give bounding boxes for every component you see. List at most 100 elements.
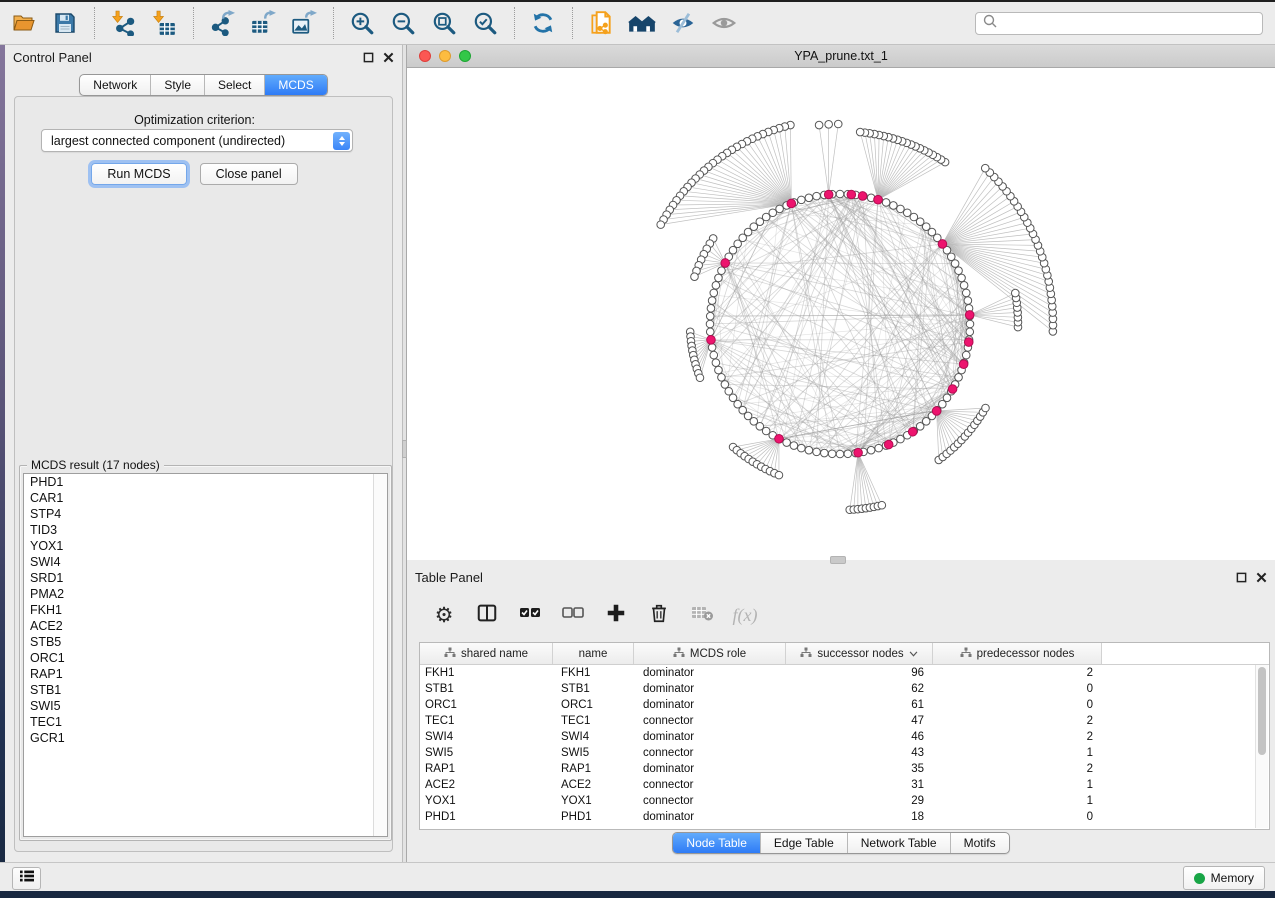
- mcds-result-item[interactable]: STP4: [24, 506, 387, 522]
- tab-mcds[interactable]: MCDS: [264, 75, 326, 95]
- export-network-icon: [209, 10, 235, 36]
- open-session-button[interactable]: [8, 6, 40, 40]
- column-header-shared-name[interactable]: shared name: [420, 643, 553, 664]
- import-table-button[interactable]: [148, 6, 180, 40]
- search-box[interactable]: [975, 12, 1263, 35]
- share-document-button[interactable]: [585, 6, 617, 40]
- mcds-result-item[interactable]: FKH1: [24, 602, 387, 618]
- table-scrollbar[interactable]: [1255, 665, 1268, 828]
- tab-motifs[interactable]: Motifs: [950, 833, 1009, 853]
- mcds-result-item[interactable]: YOX1: [24, 538, 387, 554]
- show-columns-button[interactable]: [474, 602, 500, 628]
- table-cell-successor-nodes: 61: [786, 699, 933, 711]
- tab-style[interactable]: Style: [150, 75, 204, 95]
- deselect-all-button[interactable]: [560, 602, 586, 628]
- table-row[interactable]: YOX1YOX1connector291: [420, 793, 1269, 809]
- mcds-result-item[interactable]: TID3: [24, 522, 387, 538]
- task-history-button[interactable]: [12, 867, 41, 890]
- show-all-button[interactable]: [708, 6, 740, 40]
- import-network-button[interactable]: [107, 6, 139, 40]
- close-panel-icon[interactable]: [1256, 572, 1267, 583]
- apply-layout-button[interactable]: [527, 6, 559, 40]
- delete-column-button[interactable]: [646, 602, 672, 628]
- table-scrollbar-thumb[interactable]: [1258, 667, 1266, 755]
- mcds-result-item[interactable]: TEC1: [24, 714, 387, 730]
- table-settings-button[interactable]: ⚙: [431, 602, 457, 628]
- hide-selected-button[interactable]: [667, 6, 699, 40]
- mcds-result-item[interactable]: ORC1: [24, 650, 387, 666]
- function-builder-button[interactable]: f(x): [732, 602, 758, 628]
- float-panel-icon[interactable]: [1236, 572, 1247, 583]
- table-cell-mcds-role: connector: [634, 715, 786, 727]
- table-row[interactable]: SWI4SWI4dominator462: [420, 729, 1269, 745]
- mcds-result-item[interactable]: SRD1: [24, 570, 387, 586]
- column-header-predecessor-nodes[interactable]: predecessor nodes: [933, 643, 1102, 664]
- table-cell-shared-name: SWI5: [420, 747, 553, 759]
- control-panel: Control Panel Network Style Select MCDS …: [5, 45, 402, 862]
- mcds-result-item[interactable]: PMA2: [24, 586, 387, 602]
- zoom-selected-button[interactable]: [469, 6, 501, 40]
- mcds-result-item[interactable]: STB5: [24, 634, 387, 650]
- eye-slash-icon: [669, 10, 697, 36]
- mcds-result-list[interactable]: PHD1CAR1STP4TID3YOX1SWI4SRD1PMA2FKH1ACE2…: [23, 473, 388, 837]
- save-session-button[interactable]: [49, 6, 81, 40]
- mcds-result-item[interactable]: RAP1: [24, 666, 387, 682]
- table-row[interactable]: RAP1RAP1dominator352: [420, 761, 1269, 777]
- tab-network[interactable]: Network: [80, 75, 150, 95]
- zoom-out-button[interactable]: [387, 6, 419, 40]
- tab-select[interactable]: Select: [204, 75, 264, 95]
- export-network-button[interactable]: [206, 6, 238, 40]
- optimization-criterion-select[interactable]: largest connected component (undirected): [41, 129, 353, 152]
- export-image-button[interactable]: [288, 6, 320, 40]
- mcds-result-item[interactable]: ACE2: [24, 618, 387, 634]
- mcds-result-item[interactable]: SWI4: [24, 554, 387, 570]
- search-input[interactable]: [998, 15, 1262, 31]
- network-window-titlebar[interactable]: YPA_prune.txt_1: [407, 45, 1275, 68]
- mcds-result-item[interactable]: PHD1: [24, 474, 387, 490]
- table-cell-predecessor-nodes: 0: [933, 699, 1102, 711]
- table-row[interactable]: TEC1TEC1connector472: [420, 713, 1269, 729]
- close-panel-button[interactable]: Close panel: [200, 163, 298, 185]
- zoom-fit-button[interactable]: [428, 6, 460, 40]
- table-cell-mcds-role: dominator: [634, 699, 786, 711]
- memory-button[interactable]: Memory: [1183, 866, 1265, 890]
- mcds-result-item[interactable]: GCR1: [24, 730, 387, 746]
- add-column-button[interactable]: [603, 602, 629, 628]
- delete-table-button[interactable]: [689, 602, 715, 628]
- export-table-button[interactable]: [247, 6, 279, 40]
- column-header-mcds-role[interactable]: MCDS role: [634, 643, 786, 664]
- mcds-list-scrollbar[interactable]: [373, 474, 387, 836]
- network-canvas[interactable]: [407, 68, 1275, 560]
- table-row[interactable]: STB1STB1dominator620: [420, 681, 1269, 697]
- column-header-successor-nodes[interactable]: successor nodes: [786, 643, 933, 664]
- close-panel-icon[interactable]: [383, 52, 394, 63]
- horizontal-splitter-handle[interactable]: [830, 556, 846, 564]
- table-row[interactable]: ORC1ORC1dominator610: [420, 697, 1269, 713]
- run-mcds-button[interactable]: Run MCDS: [91, 163, 186, 185]
- home-button[interactable]: [626, 6, 658, 40]
- table-cell-successor-nodes: 31: [786, 779, 933, 791]
- deselect-all-icon: [561, 602, 585, 629]
- table-cell-successor-nodes: 18: [786, 811, 933, 823]
- table-row[interactable]: FKH1FKH1dominator962: [420, 665, 1269, 681]
- select-all-button[interactable]: [517, 602, 543, 628]
- float-panel-icon[interactable]: [363, 52, 374, 63]
- table-row[interactable]: ACE2ACE2connector311: [420, 777, 1269, 793]
- table-cell-predecessor-nodes: 0: [933, 811, 1102, 823]
- tab-network-table[interactable]: Network Table: [847, 833, 950, 853]
- zoom-in-button[interactable]: [346, 6, 378, 40]
- mcds-result-item[interactable]: SWI5: [24, 698, 387, 714]
- tab-edge-table[interactable]: Edge Table: [760, 833, 847, 853]
- memory-label: Memory: [1211, 871, 1254, 885]
- table-row[interactable]: SWI5SWI5connector431: [420, 745, 1269, 761]
- table-cell-shared-name: TEC1: [420, 715, 553, 727]
- mcds-result-item[interactable]: CAR1: [24, 490, 387, 506]
- column-header-name[interactable]: name: [553, 643, 634, 664]
- tab-node-table[interactable]: Node Table: [673, 833, 760, 853]
- network-graph[interactable]: [407, 68, 1275, 560]
- houses-icon: [627, 10, 657, 36]
- search-icon: [982, 13, 998, 34]
- table-cell-name: PHD1: [553, 811, 634, 823]
- table-row[interactable]: PHD1PHD1dominator180: [420, 809, 1269, 825]
- mcds-result-item[interactable]: STB1: [24, 682, 387, 698]
